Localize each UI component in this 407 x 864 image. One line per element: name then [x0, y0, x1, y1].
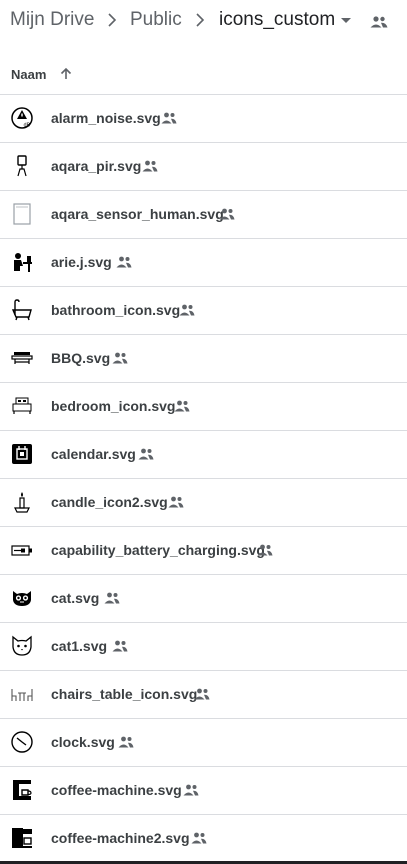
file-row[interactable]: aqara_pir.svg	[0, 143, 407, 191]
file-row[interactable]: BBQ.svg	[0, 335, 407, 383]
shared-people-icon	[174, 400, 190, 412]
battery-charging-icon	[11, 545, 32, 556]
shared-people-icon	[138, 448, 154, 460]
file-name: bathroom_icon.svg	[51, 302, 181, 318]
shared-people-icon	[194, 688, 210, 700]
coffee-machine-2-icon	[12, 828, 32, 848]
file-row[interactable]: candle_icon2.svg	[0, 479, 407, 527]
file-name: arie.j.svg	[51, 254, 112, 270]
folder-menu-dropdown-icon[interactable]	[341, 18, 351, 23]
file-row[interactable]: capability_battery_charging.svg	[0, 527, 407, 575]
bbq-grill-icon	[11, 352, 33, 364]
coffee-machine-icon	[13, 780, 32, 800]
file-name: coffee-machine.svg	[51, 782, 182, 798]
shared-people-icon	[104, 592, 120, 604]
breadcrumb-public[interactable]: Public	[130, 9, 182, 31]
sort-ascending-icon[interactable]	[58, 66, 74, 82]
person-at-desk-icon	[14, 253, 32, 272]
file-row[interactable]: bathroom_icon.svg	[0, 287, 407, 335]
shared-people-icon	[257, 544, 273, 556]
shared-people-icon	[161, 112, 177, 124]
file-name: coffee-machine2.svg	[51, 830, 190, 846]
alarm-noise-icon: dB	[11, 107, 33, 129]
file-name: aqara_pir.svg	[51, 158, 142, 174]
file-row[interactable]: cat1.svg	[0, 623, 407, 671]
file-name: capability_battery_charging.svg	[51, 542, 265, 558]
cat-outline-icon	[12, 635, 32, 656]
file-row[interactable]: coffee-machine2.svg	[0, 815, 407, 863]
file-name: candle_icon2.svg	[51, 494, 168, 510]
file-name: clock.svg	[51, 734, 115, 750]
shared-people-icon	[112, 352, 128, 364]
chairs-table-icon	[11, 689, 33, 701]
bed-icon	[12, 397, 32, 414]
shared-folder-icon	[370, 16, 388, 28]
file-row[interactable]: cat.svg	[0, 575, 407, 623]
list-header: Naam	[0, 56, 407, 95]
shared-people-icon	[112, 640, 128, 652]
file-row[interactable]: clock.svg	[0, 719, 407, 767]
shared-people-icon	[191, 832, 207, 844]
file-row[interactable]: chairs_table_icon.svg	[0, 671, 407, 719]
bathtub-icon	[11, 299, 32, 321]
breadcrumb-mijn-drive[interactable]: Mijn Drive	[10, 9, 94, 31]
file-row[interactable]: dB alarm_noise.svg	[0, 95, 407, 143]
shared-people-icon	[168, 496, 184, 508]
shared-people-icon	[179, 304, 195, 316]
breadcrumb: Mijn Drive Public icons_custom	[0, 0, 407, 42]
column-header-name[interactable]: Naam	[11, 67, 46, 82]
file-row[interactable]: calendar.svg	[0, 431, 407, 479]
file-name: BBQ.svg	[51, 350, 111, 366]
breadcrumb-current-folder[interactable]: icons_custom	[219, 9, 335, 31]
calendar-icon	[12, 444, 32, 464]
shared-people-icon	[142, 160, 158, 172]
file-name: cat1.svg	[51, 638, 108, 654]
chevron-right-icon	[108, 13, 117, 27]
file-name: chairs_table_icon.svg	[51, 686, 198, 702]
file-name: alarm_noise.svg	[51, 110, 161, 126]
file-name: aqara_sensor_human.svg	[51, 206, 224, 222]
chevron-right-icon	[196, 13, 205, 27]
shared-people-icon	[118, 736, 134, 748]
file-name: calendar.svg	[51, 446, 136, 462]
file-name: bedroom_icon.svg	[51, 398, 176, 414]
cat-face-icon	[13, 591, 31, 606]
file-row[interactable]: aqara_sensor_human.svg	[0, 191, 407, 239]
shared-people-icon	[219, 208, 235, 220]
human-sensor-icon	[13, 203, 31, 225]
shared-people-icon	[116, 256, 132, 268]
shared-people-icon	[183, 784, 199, 796]
candle-icon	[14, 492, 30, 513]
file-name: cat.svg	[51, 590, 100, 606]
file-row[interactable]: coffee-machine.svg	[0, 767, 407, 815]
file-row[interactable]: bedroom_icon.svg	[0, 383, 407, 431]
svg-text:dB: dB	[24, 123, 31, 129]
pir-sensor-icon	[17, 155, 27, 177]
file-row[interactable]: arie.j.svg	[0, 239, 407, 287]
clock-icon	[11, 731, 33, 753]
